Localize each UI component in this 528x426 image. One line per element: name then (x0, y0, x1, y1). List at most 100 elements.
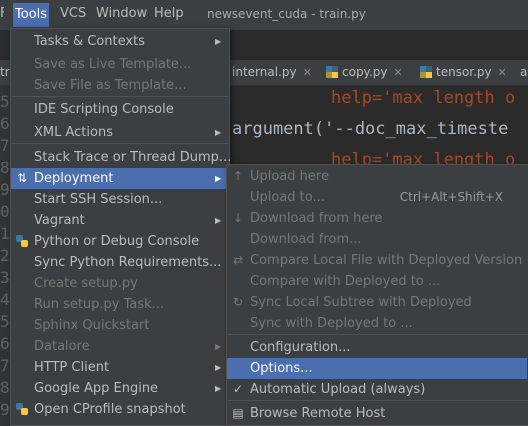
tools-item-google-app-engine[interactable]: Google App Engine ▶ (11, 378, 227, 399)
tab-label: internal.py (232, 65, 297, 79)
menu-item-label: Vagrant (34, 213, 85, 228)
menu-separator (12, 143, 228, 144)
menu-item-label: Upload here (250, 169, 329, 184)
menu-item-label: Deployment (34, 171, 114, 186)
submenu-arrow-icon: ▶ (215, 37, 222, 46)
menu-item-label: Configuration... (250, 340, 351, 355)
menu-vcs[interactable]: VCS (60, 6, 86, 21)
line-number: 6 (0, 114, 10, 133)
submenu-arrow-icon: ▶ (215, 363, 222, 372)
line-number: 9 (0, 400, 10, 419)
tools-item-open-cprofile-snapshot[interactable]: Open CProfile snapshot (11, 399, 227, 420)
menu-item-label: Datalore (34, 339, 90, 354)
tools-item-create-setup-py[interactable]: Create setup.py (11, 273, 227, 294)
line-number: 5 (0, 312, 10, 331)
menu-item-label: Tasks & Contexts (34, 34, 145, 49)
tools-item-sync-python-requirements[interactable]: Sync Python Requirements... (11, 252, 227, 273)
upload-icon: ↑ (232, 169, 244, 183)
deployment-item-upload-here[interactable]: ↑ Upload here (227, 166, 527, 187)
deployment-item-upload-to[interactable]: Upload to... Ctrl+Alt+Shift+X (227, 187, 527, 208)
menu-item-label: IDE Scripting Console (34, 102, 174, 117)
window-title: newsevent_cuda - train.py (207, 7, 366, 21)
deployment-item-automatic-upload-always[interactable]: ✓ Automatic Upload (always) (227, 379, 527, 400)
menu-item-label: HTTP Client (34, 360, 110, 375)
menu-item-label: Save File as Template... (34, 78, 187, 93)
deployment-item-download-from[interactable]: Download from... (227, 229, 527, 250)
tools-item-stack-trace-or-thread-dump[interactable]: Stack Trace or Thread Dump... (11, 147, 231, 168)
deployment-item-sync-with-deployed-to[interactable]: Sync with Deployed to ... (227, 313, 527, 334)
deployment-item-configuration[interactable]: Configuration... (227, 337, 527, 358)
menu-tools[interactable]: Tools (13, 3, 50, 27)
code-line: help='max length o (331, 88, 516, 108)
menu-item-label: Google App Engine (34, 381, 159, 396)
tools-item-run-setup-py-task[interactable]: Run setup.py Task... (11, 294, 227, 315)
deployment-item-options[interactable]: Options... (227, 358, 527, 379)
line-number: 7 (0, 136, 10, 155)
submenu-arrow-icon: ▶ (215, 128, 222, 137)
submenu-arrow-icon: ▶ (215, 174, 222, 183)
compare-icon: ⇄ (232, 253, 244, 267)
menu-item-label: Automatic Upload (always) (250, 382, 426, 397)
menu-item-label: Sync Python Requirements... (34, 255, 222, 270)
tools-item-datalore[interactable]: Datalore ▶ (11, 336, 227, 357)
python-icon (15, 402, 29, 416)
line-number: 9 (0, 180, 10, 199)
menu-item-label: Upload to... (250, 190, 325, 205)
line-number: 2 (0, 246, 10, 265)
python-file-icon (326, 66, 338, 78)
line-number: 7 (0, 356, 10, 375)
menu-item-label: Stack Trace or Thread Dump... (34, 150, 232, 165)
tools-menu: Tasks & Contexts ▶ Save as Live Template..… (10, 28, 231, 426)
checkmark-icon: ✓ (232, 382, 244, 396)
tab-train[interactable]: tr (0, 60, 10, 85)
tab-ac[interactable]: ac (520, 60, 528, 85)
menu-item-label: Start SSH Session... (34, 192, 163, 207)
tools-item-tasks-contexts[interactable]: Tasks & Contexts ▶ (11, 31, 227, 52)
deployment-item-browse-remote-host[interactable]: ▤ Browse Remote Host (227, 403, 527, 424)
menu-help[interactable]: Help (154, 6, 184, 21)
close-icon[interactable]: ✕ (498, 66, 507, 79)
menu-item-label: Compare Local File with Deployed Version (250, 253, 523, 268)
tab-copy[interactable]: copy.py ✕ (326, 60, 403, 85)
menu-separator (228, 334, 528, 335)
close-icon[interactable]: ✕ (303, 66, 312, 79)
tools-item-vagrant[interactable]: Vagrant ▶ (11, 210, 227, 231)
close-icon[interactable]: ✕ (393, 66, 402, 79)
tab-label: copy.py (342, 65, 388, 79)
tools-item-deployment[interactable]: ⇅ Deployment ▶ (11, 168, 227, 189)
menu-item-label: XML Actions (34, 125, 113, 140)
menu-item-label: Python or Debug Console (34, 234, 200, 249)
tools-item-python-or-debug-console[interactable]: Python or Debug Console (11, 231, 227, 252)
menu-item-label: Sync Local Subtree with Deployed (250, 295, 472, 310)
tab-label: tensor.py (436, 65, 492, 79)
tools-item-save-file-as-template[interactable]: Save File as Template... (11, 75, 227, 96)
menu-item-label: Open CProfile snapshot (34, 402, 186, 417)
menu-item-label: Options... (250, 361, 313, 376)
download-icon: ↓ (232, 211, 244, 225)
menu-window[interactable]: Window (96, 6, 147, 21)
line-number: 8 (0, 378, 10, 397)
tools-item-start-ssh-session[interactable]: Start SSH Session... (11, 189, 227, 210)
tools-item-xml-actions[interactable]: XML Actions ▶ (11, 122, 227, 143)
deployment-item-compare-with-deployed-to[interactable]: Compare with Deployed to ... (227, 271, 527, 292)
menu-item-label: Save as Live Template... (34, 57, 192, 72)
deployment-item-download-from-here[interactable]: ↓ Download from here (227, 208, 527, 229)
tab-internal[interactable]: internal.py ✕ (232, 60, 312, 85)
tools-item-save-as-live-template[interactable]: Save as Live Template... (11, 54, 227, 75)
menu-item-label: Compare with Deployed to ... (250, 274, 441, 289)
line-number: 4 (0, 290, 10, 309)
deployment-item-sync-local-subtree-with-deployed[interactable]: ↻ Sync Local Subtree with Deployed (227, 292, 527, 313)
menu-separator (12, 96, 228, 97)
deployment-submenu: ↑ Upload here Upload to... Ctrl+Alt+Shift+X… (226, 164, 528, 426)
submenu-arrow-icon: ▶ (215, 342, 222, 351)
menu-file[interactable]: File (0, 6, 4, 21)
tools-item-sphinx-quickstart[interactable]: Sphinx Quickstart (11, 315, 227, 336)
tools-item-http-client[interactable]: HTTP Client ▶ (11, 357, 227, 378)
line-number: 1 (0, 224, 10, 243)
tools-item-ide-scripting-console[interactable]: IDE Scripting Console (11, 99, 227, 120)
tab-tensor[interactable]: tensor.py ✕ (420, 60, 507, 85)
deployment-item-compare-local-file-with-deployed-version[interactable]: ⇄ Compare Local File with Deployed Versio… (227, 250, 527, 271)
line-number: 8 (0, 158, 10, 177)
submenu-arrow-icon: ▶ (215, 384, 222, 393)
menu-item-label: Sync with Deployed to ... (250, 316, 413, 331)
